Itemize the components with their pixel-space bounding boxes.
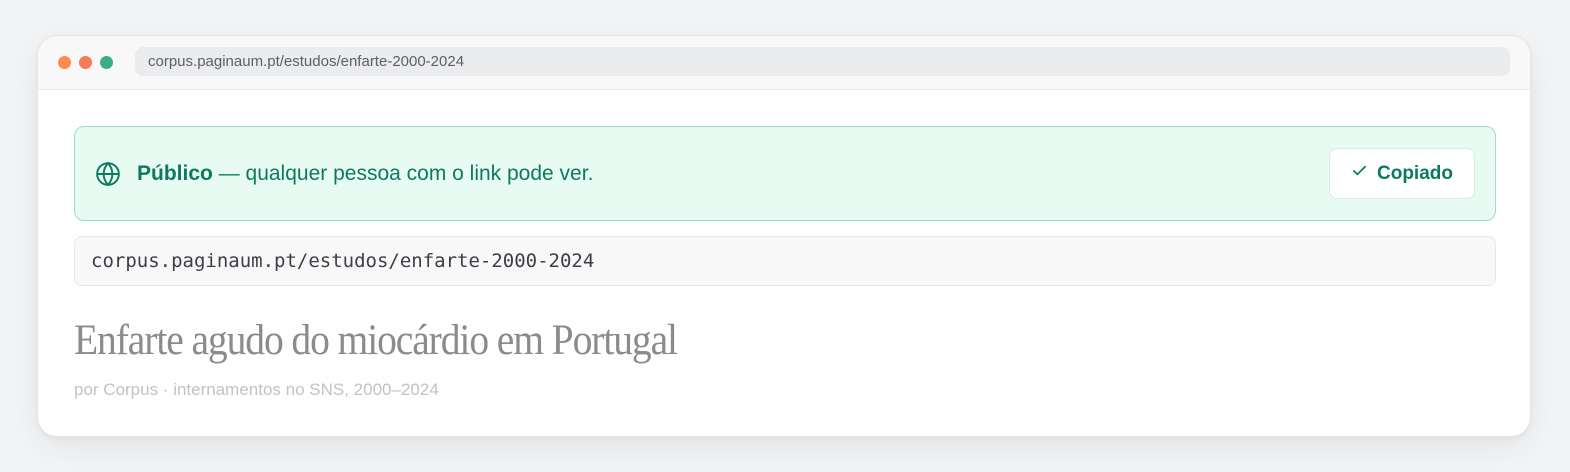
share-status-banner: Público — qualquer pessoa com o link pod…: [74, 126, 1496, 221]
minimize-window-dot[interactable]: [79, 56, 92, 69]
copy-link-button[interactable]: Copiado: [1329, 148, 1475, 199]
document-title: Enfarte agudo do miocárdio em Portugal: [74, 317, 678, 364]
share-link-field[interactable]: corpus.paginaum.pt/estudos/enfarte-2000-…: [74, 236, 1496, 286]
close-window-dot[interactable]: [58, 56, 71, 69]
browser-window: corpus.paginaum.pt/estudos/enfarte-2000-…: [37, 35, 1531, 437]
visibility-description: — qualquer pessoa com o link pode ver.: [218, 162, 594, 185]
browser-titlebar: corpus.paginaum.pt/estudos/enfarte-2000-…: [38, 36, 1530, 90]
globe-icon: [95, 161, 121, 187]
share-status-text: Público — qualquer pessoa com o link pod…: [137, 127, 593, 220]
visibility-label: Público: [137, 162, 213, 185]
zoom-window-dot[interactable]: [100, 56, 113, 69]
check-icon: [1351, 162, 1368, 185]
address-bar[interactable]: corpus.paginaum.pt/estudos/enfarte-2000-…: [135, 47, 1510, 76]
copy-link-label: Copiado: [1377, 162, 1453, 184]
document-subtitle: por Corpus · internamentos no SNS, 2000–…: [74, 380, 439, 399]
